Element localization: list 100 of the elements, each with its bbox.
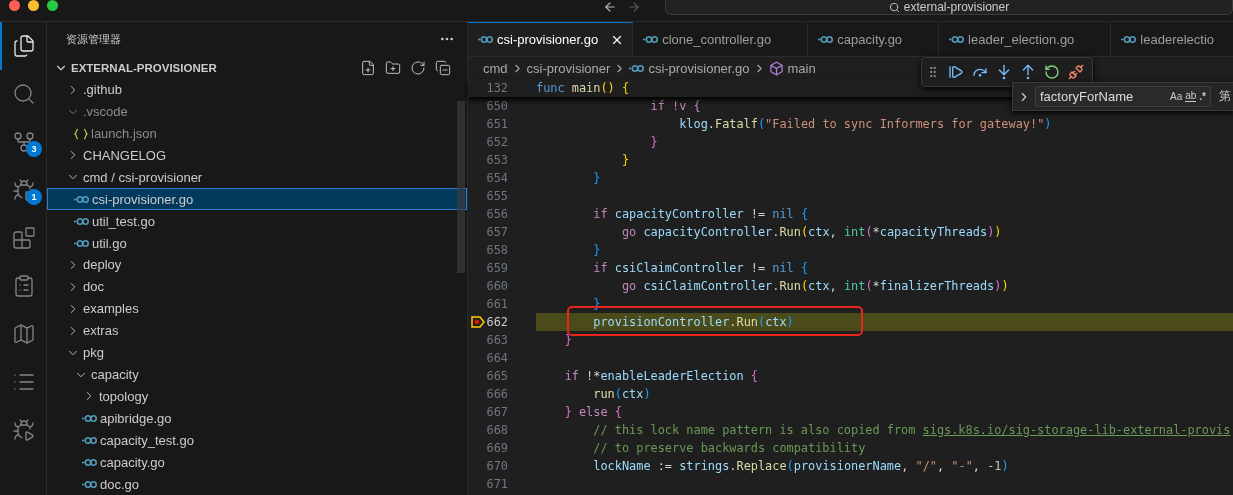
code-line: } else {: [563, 404, 622, 421]
tree-item[interactable]: topology: [47, 385, 467, 408]
go-file-icon: [82, 435, 97, 445]
window-control[interactable]: [28, 0, 39, 11]
go-file-icon: [643, 35, 659, 44]
files-icon: [12, 34, 36, 58]
code-line: provisionController.Run(ctx): [592, 314, 794, 331]
step-into-icon[interactable]: [996, 64, 1012, 80]
tree-item[interactable]: apibridge.go: [47, 407, 467, 430]
line-number: 654: [485, 170, 508, 187]
tree-root[interactable]: EXTERNAL-PROVISIONER: [47, 56, 467, 79]
line-number: 666: [485, 386, 508, 403]
line-number: 655: [485, 188, 508, 205]
tree-item[interactable]: .vscode: [47, 100, 467, 123]
tree-item[interactable]: extras: [47, 319, 467, 342]
line-number: 665: [485, 368, 508, 385]
sidebar-title: 资源管理器: [66, 31, 121, 47]
tree-item[interactable]: CHANGELOG: [47, 144, 467, 167]
code-line: if csiClaimController != nil {: [592, 260, 809, 277]
line-number: 662: [485, 314, 508, 331]
go-file-icon: [629, 63, 645, 73]
search-text: external-provisioner: [903, 0, 1010, 14]
code-line: func main() {: [536, 80, 630, 97]
find-option[interactable]: Aa: [1169, 91, 1183, 102]
tree-item[interactable]: util.go: [47, 232, 467, 254]
line-number: 132: [485, 80, 508, 97]
cube-icon: [768, 60, 784, 76]
go-file-icon: [74, 216, 89, 226]
breadcrumb-item[interactable]: main: [768, 60, 816, 76]
tree-item[interactable]: doc.go: [47, 473, 467, 495]
restart-icon[interactable]: [1044, 64, 1060, 80]
line-number: 659: [485, 260, 508, 277]
breadcrumb-item[interactable]: csi-provisioner.go: [629, 60, 750, 76]
badge: 3: [26, 141, 42, 157]
disconnect-icon[interactable]: [1068, 64, 1084, 80]
window-control[interactable]: [9, 0, 20, 11]
tree-item[interactable]: capacity_test.go: [47, 429, 467, 452]
tree-item[interactable]: deploy: [47, 254, 467, 276]
go-file-icon: [1121, 35, 1137, 44]
new-file-icon[interactable]: [360, 59, 376, 76]
folder-name: EXTERNAL-PROVISIONER: [71, 61, 217, 74]
find-field[interactable]: factoryForName Aa ab .*: [1035, 86, 1211, 107]
code-line: go capacityController.Run(ctx, int(*capacityThreads)): [620, 224, 1002, 241]
step-out-icon[interactable]: [1020, 64, 1036, 80]
tree-item[interactable]: examples: [47, 297, 467, 320]
line-number: 668: [485, 422, 508, 439]
extensions-icon: [12, 226, 36, 250]
tree-item[interactable]: launch.json: [47, 122, 467, 145]
source-control-icon: [12, 130, 36, 154]
code-line: if !v {: [649, 98, 701, 115]
code-line: }: [563, 332, 572, 349]
badge: 1: [26, 189, 42, 205]
refresh-icon[interactable]: [410, 59, 426, 76]
code-line: // this lock name pattern is also copied from sigs.k8s.io/sig-storage-lib-external-provis: [592, 422, 1231, 439]
go-file-icon: [74, 194, 89, 204]
map-icon: [12, 322, 36, 346]
command-center-search[interactable]: external-provisioner: [665, 0, 1233, 15]
line-number: 653: [485, 152, 508, 169]
line-number: 664: [485, 350, 508, 367]
find-option[interactable]: .*: [1199, 91, 1206, 102]
tree-item[interactable]: csi-provisioner.go: [47, 188, 467, 211]
code-line: // to preserve backwards compatibility: [592, 440, 866, 457]
clipboard-list-icon: [12, 274, 36, 298]
line-number: 661: [485, 296, 508, 313]
back-arrow-icon[interactable]: [603, 0, 617, 14]
go-file-icon: [818, 35, 834, 44]
run-debug-icon: [12, 178, 36, 202]
continue-icon[interactable]: [948, 64, 964, 80]
tree-item[interactable]: capacity: [47, 363, 467, 386]
collapse-icon[interactable]: [435, 59, 451, 76]
code-line: }: [649, 134, 658, 151]
code-line: lockName := strings.Replace(provisionerName, "/", "-", -1): [592, 458, 1009, 475]
activity-bar-item[interactable]: 3: [0, 118, 46, 166]
window-control[interactable]: [47, 0, 58, 11]
line-number: 651: [485, 116, 508, 133]
code-line: if capacityController != nil {: [592, 206, 809, 223]
code-line: run(ctx): [592, 386, 651, 403]
tree-item[interactable]: cmd / csi-provisioner: [47, 166, 467, 189]
editor-tab[interactable]: csi-provisioner.go: [468, 22, 634, 56]
match-count: 第: [1218, 88, 1232, 105]
line-number: 650: [485, 98, 508, 115]
line-number: 669: [485, 440, 508, 457]
code-line: klog.Fatalf("Failed to sync Informers for gateway!"): [678, 116, 1052, 133]
code-line: }: [592, 242, 601, 259]
tree-item[interactable]: pkg: [47, 341, 467, 364]
tree-item[interactable]: .github: [47, 78, 467, 101]
tree-item[interactable]: doc: [47, 275, 467, 298]
breadcrumb-item[interactable]: csi-provisioner: [526, 60, 611, 76]
activity-bar-item[interactable]: 1: [0, 166, 46, 214]
tree-item[interactable]: capacity.go: [47, 451, 467, 474]
go-file-icon: [74, 238, 89, 248]
new-folder-icon[interactable]: [385, 59, 401, 76]
code-line: }: [620, 152, 630, 169]
tree-item[interactable]: util_test.go: [47, 210, 467, 233]
breadcrumb-item[interactable]: cmd: [483, 60, 508, 76]
line-number: 660: [485, 278, 508, 295]
go-file-icon: [949, 35, 965, 44]
code-line: }: [592, 170, 601, 187]
line-number: 671: [485, 476, 508, 493]
bug-play-icon: [12, 418, 36, 442]
